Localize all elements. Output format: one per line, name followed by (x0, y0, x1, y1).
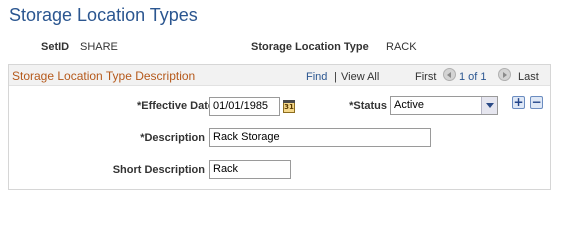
effective-date-label-text: Effective Date (141, 100, 214, 112)
status-label: *Status (331, 100, 387, 112)
effective-date-label: *Effective Date (119, 100, 214, 112)
next-button[interactable] (498, 68, 511, 81)
storage-location-type-label: Storage Location Type (251, 41, 369, 53)
description-label-text: Description (144, 132, 205, 144)
setid-value: SHARE (80, 41, 118, 53)
row-range: 1 of 1 (459, 71, 487, 83)
page-title: Storage Location Types (9, 5, 198, 25)
next-arrow-icon (503, 72, 507, 78)
nav-separator: | (334, 71, 337, 83)
description-label: *Description (109, 132, 205, 144)
group-title: Storage Location Type Description (12, 69, 196, 83)
previous-arrow-icon (447, 72, 451, 78)
delete-row-button[interactable]: − (530, 96, 543, 109)
status-select[interactable]: Active (390, 96, 498, 115)
view-all-link[interactable]: View All (341, 71, 379, 83)
calendar-icon[interactable]: 31 (283, 100, 295, 113)
group-header: Storage Location Type Description Find |… (9, 65, 550, 86)
chevron-down-icon[interactable] (481, 97, 497, 114)
description-input[interactable]: Rack Storage (209, 128, 431, 147)
add-row-button[interactable]: + (512, 96, 525, 109)
first-label: First (415, 71, 437, 83)
status-label-text: Status (353, 100, 387, 112)
storage-location-type-value: RACK (386, 41, 417, 53)
previous-button[interactable] (443, 68, 456, 81)
short-description-label: Short Description (112, 164, 205, 176)
short-description-input[interactable]: Rack (209, 160, 291, 179)
effective-date-input[interactable]: 01/01/1985 (209, 97, 280, 116)
setid-label: SetID (41, 41, 70, 53)
description-group-box: Storage Location Type Description Find |… (8, 64, 551, 190)
last-label: Last (518, 71, 539, 83)
find-link[interactable]: Find (306, 71, 327, 83)
status-select-value: Active (394, 99, 424, 111)
